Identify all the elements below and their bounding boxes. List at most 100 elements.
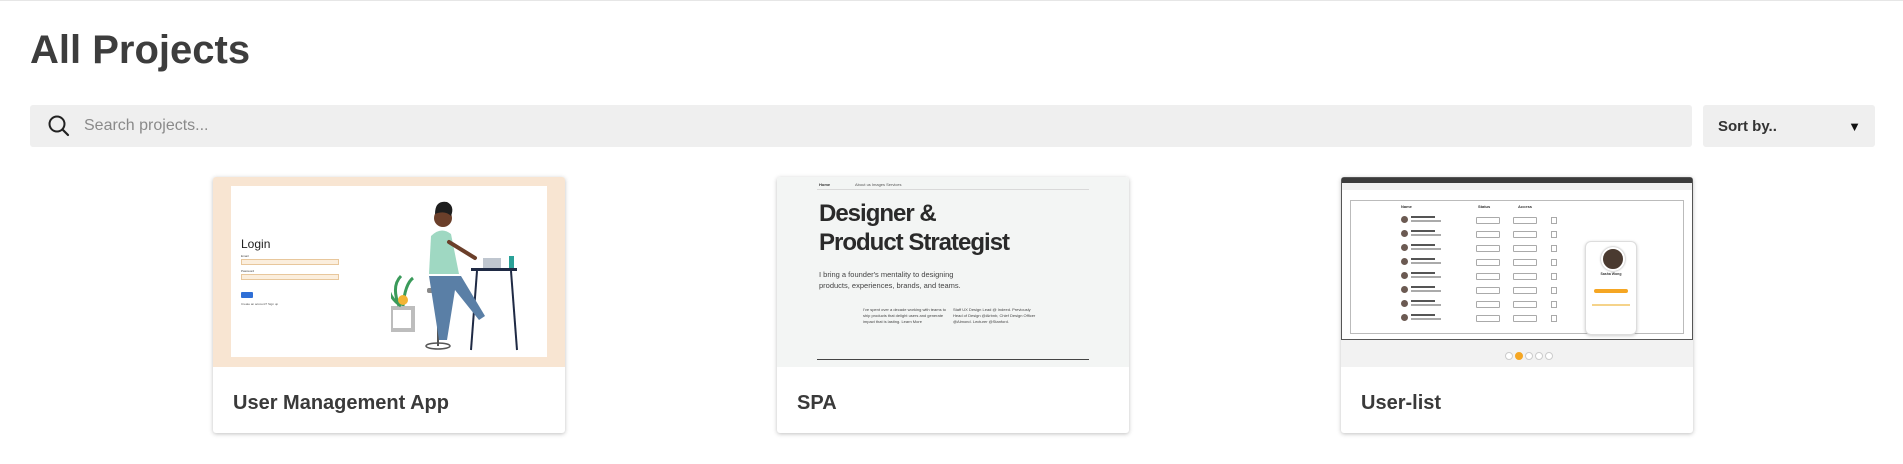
row-name — [1411, 300, 1435, 302]
preview-nav-brand: Home — [819, 182, 831, 187]
user-row-preview — [1401, 271, 1561, 281]
access-dropdown — [1513, 217, 1537, 224]
profile-name: Sasha Wong — [1600, 272, 1622, 276]
preview-hero: Designer & Product Strategist — [819, 199, 1010, 257]
avatar — [1401, 286, 1408, 293]
project-thumbnail: Name Status Access Sasha Wong — [1341, 177, 1693, 367]
project-card-spa[interactable]: Home About us Images Services Designer &… — [777, 177, 1129, 433]
search-input[interactable] — [82, 116, 1586, 136]
avatar — [1401, 258, 1408, 265]
row-email — [1411, 276, 1441, 278]
user-row-preview — [1401, 313, 1561, 323]
trash-icon — [1551, 245, 1557, 252]
avatar — [1401, 244, 1408, 251]
col-header-access: Access — [1518, 204, 1533, 209]
avatar — [1401, 272, 1408, 279]
subtitle-line: products, experiences, brands, and teams… — [819, 281, 961, 290]
row-name — [1411, 314, 1435, 316]
status-dropdown — [1476, 273, 1500, 280]
row-name — [1411, 230, 1435, 232]
row-email — [1411, 290, 1441, 292]
access-dropdown — [1513, 245, 1537, 252]
browser-url-bar — [1342, 183, 1692, 190]
row-email — [1411, 304, 1441, 306]
avatar — [1601, 247, 1625, 271]
access-dropdown — [1513, 259, 1537, 266]
preview-nav-links: About us Images Services — [855, 182, 902, 187]
trash-icon — [1551, 259, 1557, 266]
search-bar[interactable] — [30, 105, 1692, 147]
illustration-woman-laptop — [391, 201, 518, 351]
user-row-preview — [1401, 257, 1561, 267]
trash-icon — [1551, 273, 1557, 280]
trash-icon — [1551, 231, 1557, 238]
user-row-preview — [1401, 229, 1561, 239]
row-email — [1411, 318, 1441, 320]
preview-column: Staff UX Design Lead @ Indeed. Previousl… — [953, 307, 1036, 324]
project-thumbnail: Login Email Password Create an account? … — [213, 177, 565, 367]
project-title[interactable]: User-list — [1361, 392, 1441, 415]
hero-line: Product Strategist — [819, 229, 1010, 256]
preview-column: I've spent over a decade working with te… — [863, 307, 947, 324]
user-list-preview: Name Status Access Sasha Wong — [1350, 200, 1684, 360]
preview-subtitle: I bring a founder's mentality to designi… — [819, 269, 961, 291]
status-dropdown — [1476, 245, 1500, 252]
profile-card-preview: Sasha Wong — [1585, 241, 1637, 335]
login-preview: Login Email Password Create an account? … — [231, 186, 547, 357]
avatar — [1401, 230, 1408, 237]
page-dot — [1505, 352, 1513, 360]
access-dropdown — [1513, 287, 1537, 294]
status-dropdown — [1476, 315, 1500, 322]
project-card-user-management-app[interactable]: Login Email Password Create an account? … — [213, 177, 565, 433]
access-dropdown — [1513, 301, 1537, 308]
avatar — [1401, 314, 1408, 321]
row-email — [1411, 262, 1441, 264]
status-dropdown — [1476, 301, 1500, 308]
page-dot — [1535, 352, 1543, 360]
access-dropdown — [1513, 273, 1537, 280]
subtitle-line: I bring a founder's mentality to designi… — [819, 270, 954, 279]
status-dropdown — [1476, 217, 1500, 224]
trash-icon — [1551, 315, 1557, 322]
project-card-user-list[interactable]: Name Status Access Sasha Wong User-list — [1341, 177, 1693, 433]
row-name — [1411, 272, 1435, 274]
status-dropdown — [1476, 259, 1500, 266]
access-dropdown — [1513, 231, 1537, 238]
col-header-name: Name — [1401, 204, 1412, 209]
sort-label: Sort by.. — [1718, 117, 1777, 135]
user-row-preview — [1401, 285, 1561, 295]
row-email — [1411, 234, 1441, 236]
pagination — [1505, 352, 1553, 360]
avatar — [1401, 300, 1408, 307]
page-dot — [1545, 352, 1553, 360]
sort-select[interactable]: Sort by.. ▼ — [1703, 105, 1875, 147]
trash-icon — [1551, 287, 1557, 294]
avatar — [1401, 216, 1408, 223]
row-name — [1411, 258, 1435, 260]
login-button — [241, 292, 253, 298]
project-title[interactable]: SPA — [797, 392, 837, 415]
hero-line: Designer & — [819, 200, 937, 227]
row-name — [1411, 286, 1435, 288]
project-title[interactable]: User Management App — [233, 392, 449, 415]
trash-icon — [1551, 217, 1557, 224]
page-dot-active — [1515, 352, 1523, 360]
page-title: All Projects — [30, 28, 251, 72]
trash-icon — [1551, 301, 1557, 308]
profile-button — [1594, 289, 1628, 293]
user-row-preview — [1401, 299, 1561, 309]
divider — [817, 189, 1089, 190]
password-field — [241, 274, 339, 280]
email-label: Email — [241, 254, 249, 258]
row-email — [1411, 248, 1441, 250]
chevron-down-icon: ▼ — [1848, 118, 1861, 134]
access-dropdown — [1513, 315, 1537, 322]
profile-progress — [1592, 304, 1630, 306]
signup-text: Create an account? Sign up — [241, 302, 279, 306]
search-icon — [48, 115, 70, 137]
status-dropdown — [1476, 231, 1500, 238]
user-row-preview — [1401, 243, 1561, 253]
divider — [817, 359, 1089, 360]
login-heading: Login — [241, 237, 271, 251]
col-header-status: Status — [1478, 204, 1491, 209]
